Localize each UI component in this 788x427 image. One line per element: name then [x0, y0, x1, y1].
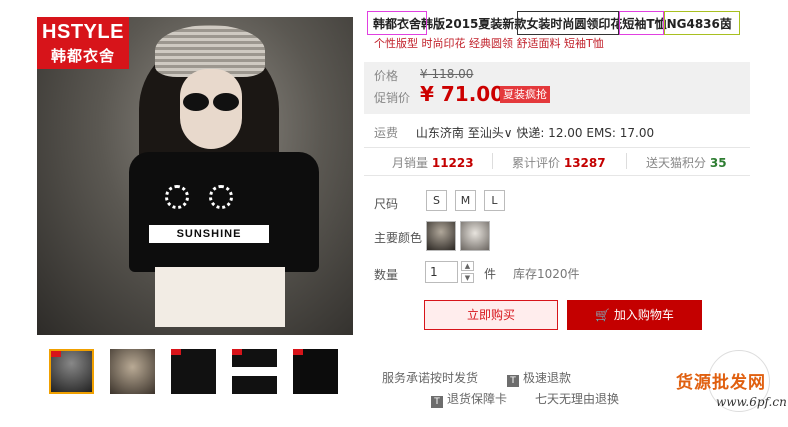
quantity-unit: 件 [484, 267, 497, 281]
ems-fee: EMS: 17.00 [586, 126, 655, 140]
service-promise: 服务承诺按时发货 [382, 369, 478, 386]
service-fast-refund-label: 极速退款 [523, 371, 572, 385]
brand-name-en: HSTYLE [42, 21, 124, 43]
divider [492, 153, 493, 169]
promo-price: ¥ 71.00 [420, 82, 505, 106]
original-price: ¥ 118.00 [420, 67, 474, 81]
thumb-brand-tag [51, 351, 61, 357]
sunglasses-left [183, 93, 209, 111]
tmall-points-label: 送天猫积分 [646, 156, 707, 170]
service-label: 服务承诺 [382, 371, 431, 385]
review-count[interactable]: 累计评价 13287 [512, 154, 606, 171]
ship-from: 山东济南 [415, 126, 464, 140]
quantity-label: 数量 [374, 268, 399, 282]
white-shorts [155, 267, 285, 327]
express-fee: 快递: 12.00 [516, 126, 583, 140]
shirt-print-text: SUNSHINE [149, 225, 269, 243]
size-option-m[interactable]: M [455, 190, 476, 211]
quantity-input[interactable]: 1 [425, 261, 458, 283]
review-count-label: 累计评价 [512, 156, 561, 170]
tmall-points-value: 35 [709, 156, 727, 170]
review-count-value: 13287 [563, 156, 606, 170]
service-seven-day[interactable]: 七天无理由退换 [535, 390, 619, 407]
highlight-box [664, 11, 740, 35]
promo-price-label: 促销价 [374, 91, 411, 105]
price-panel: 价格 ¥ 118.00 促销价 ¥ 71.00 夏装疯抢 [364, 62, 750, 114]
promo-badge: 夏装疯抢 [500, 86, 550, 103]
black-tshirt [129, 152, 319, 272]
stock-count: 库存1020件 [513, 267, 580, 281]
color-label: 主要颜色 [374, 231, 423, 245]
divider [626, 153, 627, 169]
sunglasses-right [213, 93, 239, 111]
monthly-sales: 月销量 11223 [392, 154, 474, 171]
original-price-label: 价格 [374, 69, 399, 83]
ship-to-value: 至汕头 [467, 126, 504, 140]
cart-icon: 🛒 [595, 308, 611, 322]
shipping-label: 运费 [374, 126, 399, 140]
stats-bar: 月销量 11223 累计评价 13287 送天猫积分 35 [364, 147, 750, 176]
flower-print [165, 185, 189, 209]
size-option-s[interactable]: S [426, 190, 447, 211]
size-label: 尺码 [374, 197, 399, 211]
thumbnail-3[interactable] [171, 349, 216, 394]
ship-to-select[interactable]: 至汕头∨ [468, 126, 513, 140]
flower-print [209, 185, 233, 209]
highlight-box [619, 11, 664, 35]
color-swatch-2[interactable] [460, 221, 490, 251]
tmall-points: 送天猫积分 35 [646, 154, 727, 171]
service-return-card-label: 退货保障卡 [447, 392, 508, 406]
add-to-cart-label: 加入购物车 [613, 308, 674, 322]
watermark-text: 货源批发网 [676, 373, 766, 393]
service-on-time[interactable]: 按时发货 [430, 371, 478, 385]
thumb-brand-tag [293, 349, 303, 355]
thumbnail-5[interactable] [293, 349, 338, 394]
product-subtitle: 个性版型 时尚印花 经典圆领 舒适面料 短袖T恤 [374, 37, 604, 50]
size-option-l[interactable]: L [484, 190, 505, 211]
service-return-card[interactable]: T 退货保障卡 [431, 390, 507, 408]
shipping-row: 运费 山东济南 至汕头∨ 快递: 12.00 EMS: 17.00 [374, 124, 654, 141]
service-fast-refund[interactable]: T 极速退款 [507, 369, 571, 387]
highlight-box [517, 11, 619, 35]
brand-logo: HSTYLE 韩都衣舍 [37, 17, 129, 69]
color-swatch-1[interactable] [426, 221, 456, 251]
refund-icon: T [507, 375, 519, 387]
add-to-cart-button[interactable]: 🛒 加入购物车 [567, 300, 702, 330]
quantity-decrease-icon[interactable]: ▼ [461, 273, 474, 283]
watermark-url: www.6pf.cn [716, 395, 787, 409]
thumbnail-1[interactable] [49, 349, 94, 394]
monthly-sales-value: 11223 [431, 156, 474, 170]
return-card-icon: T [431, 396, 443, 408]
thumb-brand-tag [171, 349, 181, 355]
thumbnail-2[interactable] [110, 349, 155, 394]
thumbnail-4[interactable] [232, 349, 277, 394]
highlight-box [367, 11, 427, 35]
brand-name-cn: 韩都衣舍 [50, 47, 115, 65]
thumb-brand-tag [232, 349, 242, 355]
monthly-sales-label: 月销量 [392, 156, 429, 170]
quantity-increase-icon[interactable]: ▲ [461, 261, 474, 271]
main-product-image[interactable]: SUNSHINE HSTYLE 韩都衣舍 🔍 [37, 17, 353, 335]
buy-now-button[interactable]: 立即购买 [424, 300, 558, 330]
chevron-down-icon: ∨ [503, 126, 513, 140]
